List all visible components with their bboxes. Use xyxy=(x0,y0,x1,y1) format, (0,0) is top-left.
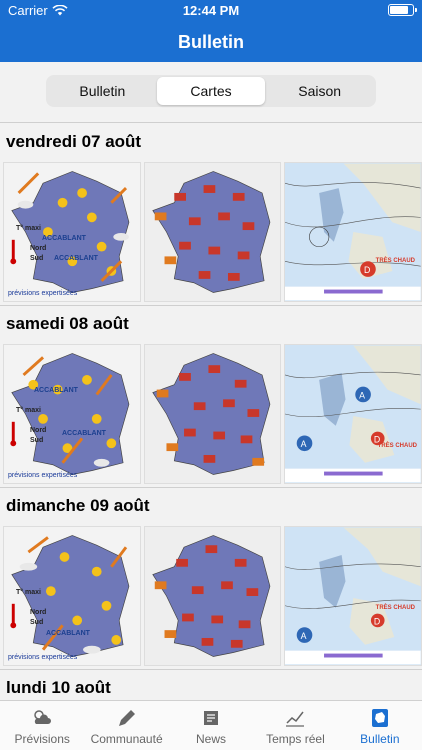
temperature-map[interactable] xyxy=(143,344,282,484)
divider xyxy=(0,669,422,670)
pressure-map[interactable]: D TRÈS CHAUD xyxy=(284,162,422,302)
map-label: ACCABLANT xyxy=(42,235,86,242)
map-label: ACCABLANT xyxy=(54,255,98,262)
tab-temps-reel[interactable]: Temps réel xyxy=(253,701,337,750)
svg-text:D: D xyxy=(374,616,380,626)
pencil-icon xyxy=(118,709,135,726)
map-label: ACCABLANT xyxy=(62,430,106,437)
weather-symbols-map[interactable]: ACCABLANT ACCABLANT T° maxi Nord Sud pré… xyxy=(3,162,141,302)
day-title: lundi 10 août xyxy=(6,678,111,697)
tab-bulletin[interactable]: Bulletin xyxy=(338,701,422,750)
map-caption: prévisions expertisées xyxy=(8,290,78,297)
day-title: dimanche 09 août xyxy=(6,496,150,515)
tab-news[interactable]: News xyxy=(169,701,253,750)
map-label: Nord xyxy=(30,427,47,434)
chart-icon xyxy=(286,711,305,727)
segment-saison[interactable]: Saison xyxy=(265,77,374,105)
header: Carrier 12:44 PM Bulletin xyxy=(0,0,422,62)
map-caption: prévisions expertisées xyxy=(8,654,78,661)
temperature-map[interactable] xyxy=(143,162,282,302)
clock: 12:44 PM xyxy=(182,3,240,18)
weather-symbols-map[interactable]: ACCABLANT ACCABLANT T° maxi Nord Sud pré… xyxy=(3,344,141,484)
day-section: dimanche 09 août ACCABLANT T° maxi Nord … xyxy=(0,494,422,666)
divider xyxy=(0,122,422,123)
weather-icon xyxy=(34,709,52,724)
status-bar: Carrier 12:44 PM xyxy=(0,0,422,22)
tab-label: Communauté xyxy=(90,731,163,746)
news-icon xyxy=(204,710,219,725)
day-title: vendredi 07 août xyxy=(6,132,142,151)
pressure-map[interactable]: A D TRÈS CHAUD xyxy=(284,526,422,666)
map-label: Nord xyxy=(30,609,47,616)
day-section: lundi 10 août xyxy=(0,676,422,700)
map-label: Sud xyxy=(30,619,44,626)
segment-cartes[interactable]: Cartes xyxy=(156,77,266,105)
day-section: vendredi 07 août ACCABLANT ACCABLANT T° … xyxy=(0,130,422,302)
tab-previsions[interactable]: Prévisions xyxy=(0,701,84,750)
svg-text:A: A xyxy=(301,439,307,449)
tab-label: News xyxy=(196,731,227,746)
tab-bar: Prévisions Communauté News Temps réel Bu… xyxy=(0,700,422,750)
map-label: ACCABLANT xyxy=(34,387,78,394)
map-label: T° maxi xyxy=(16,407,41,414)
map-label: ACCABLANT xyxy=(46,630,90,637)
pressure-map[interactable]: A A D TRÈS CHAUD xyxy=(284,344,422,484)
maps-row: ACCABLANT ACCABLANT T° maxi Nord Sud pré… xyxy=(0,162,422,302)
tab-label: Bulletin xyxy=(360,731,400,746)
weather-symbols-map[interactable]: ACCABLANT T° maxi Nord Sud prévisions ex… xyxy=(3,526,141,666)
tab-label: Temps réel xyxy=(266,731,325,746)
svg-text:D: D xyxy=(364,265,370,275)
svg-text:A: A xyxy=(360,390,366,400)
tab-communaute[interactable]: Communauté xyxy=(84,701,168,750)
divider xyxy=(0,305,422,306)
map-label: Sud xyxy=(30,437,44,444)
map-label: TRÈS CHAUD xyxy=(375,605,416,611)
map-caption: prévisions expertisées xyxy=(8,472,78,479)
map-label: T° maxi xyxy=(16,225,41,232)
svg-text:A: A xyxy=(301,631,307,641)
map-label: TRÈS CHAUD xyxy=(375,258,416,264)
day-section: samedi 08 août ACCABLANT ACCABLANT T° ma… xyxy=(0,312,422,484)
segment-bulletin[interactable]: Bulletin xyxy=(48,77,157,105)
map-label: TRÈS CHAUD xyxy=(377,443,418,449)
day-title: samedi 08 août xyxy=(6,314,129,333)
tab-label: Prévisions xyxy=(14,731,70,746)
map-label: T° maxi xyxy=(16,589,41,596)
view-segmented-control: Bulletin Cartes Saison xyxy=(46,75,376,107)
page-title: Bulletin xyxy=(178,32,244,52)
map-label: Nord xyxy=(30,245,47,252)
maps-row: ACCABLANT ACCABLANT T° maxi Nord Sud pré… xyxy=(0,344,422,484)
battery-icon xyxy=(388,4,417,16)
maps-row: ACCABLANT T° maxi Nord Sud prévisions ex… xyxy=(0,526,422,666)
bulletin-icon xyxy=(371,708,388,727)
divider xyxy=(0,487,422,488)
map-label: Sud xyxy=(30,255,44,262)
temperature-map[interactable] xyxy=(143,526,282,666)
